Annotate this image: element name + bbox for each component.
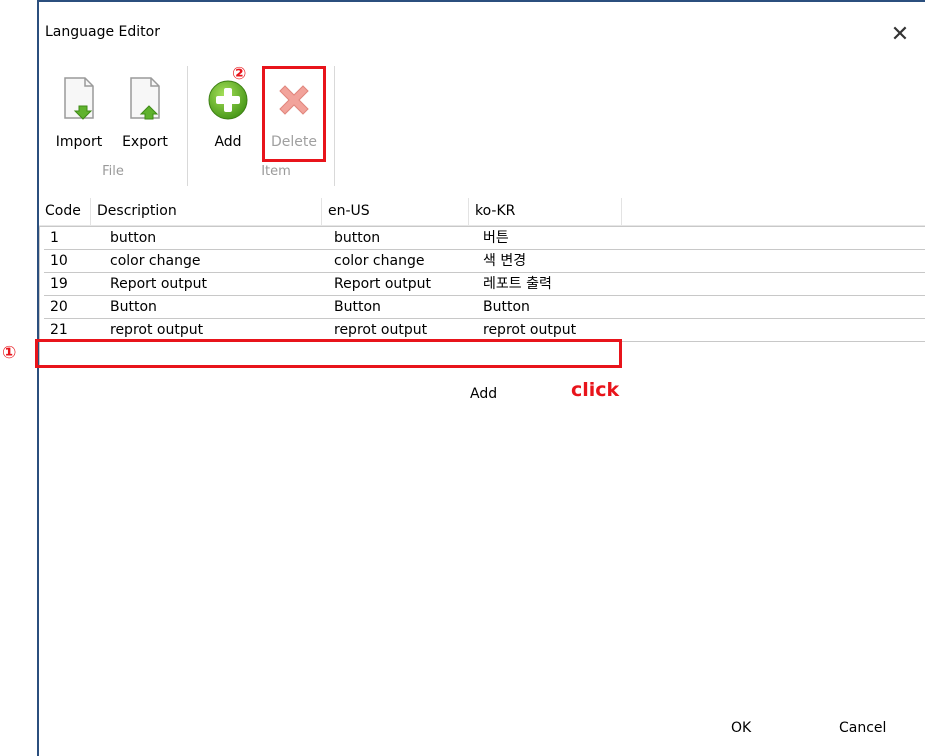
import-icon xyxy=(61,76,97,124)
cell-ko-kr: Button xyxy=(483,299,530,315)
cell-description: button xyxy=(110,230,157,246)
language-editor-window: Language Editor ✕ Import Export File Add… xyxy=(37,0,925,756)
cell-description: Report output xyxy=(110,276,208,292)
table-row[interactable]: 19 Report output Report output 레포트 출력 xyxy=(44,273,925,296)
cell-description: reprot output xyxy=(110,322,204,338)
cell-ko-kr: reprot output xyxy=(483,322,577,338)
column-header-description[interactable]: Description xyxy=(91,198,322,225)
table-row[interactable]: 10 color change color change 색 변경 xyxy=(44,250,925,273)
cell-ko-kr: 버튼 xyxy=(483,230,509,246)
ok-button[interactable]: OK xyxy=(731,720,751,736)
table-row[interactable]: 20 Button Button Button xyxy=(44,296,925,319)
annotation-row-highlight xyxy=(35,339,622,368)
ribbon-toolbar: Import Export File Add Delete Item xyxy=(39,60,925,186)
export-button[interactable]: Export xyxy=(117,60,173,160)
ribbon-separator xyxy=(334,66,335,186)
cell-en-us: Button xyxy=(334,299,381,315)
column-header-code[interactable]: Code xyxy=(39,198,91,225)
grid-header: Code Description en-US ko-KR xyxy=(39,198,925,226)
annotation-delete-highlight xyxy=(262,66,326,162)
cell-en-us: button xyxy=(334,230,381,246)
cell-code: 19 xyxy=(50,276,68,292)
column-header-en-us[interactable]: en-US xyxy=(322,198,469,225)
cell-code: 21 xyxy=(50,322,68,338)
cell-en-us: Report output xyxy=(334,276,432,292)
group-label-item: Item xyxy=(261,164,291,179)
cell-ko-kr: 레포트 출력 xyxy=(483,276,552,292)
cell-description: color change xyxy=(110,253,201,269)
annotation-marker-2: ② xyxy=(232,64,247,84)
cell-en-us: color change xyxy=(334,253,425,269)
ribbon-separator xyxy=(187,66,188,186)
import-label: Import xyxy=(55,134,103,150)
cell-code: 10 xyxy=(50,253,68,269)
close-icon[interactable]: ✕ xyxy=(885,20,915,50)
cell-code: 1 xyxy=(50,230,59,246)
annotation-click-label: click xyxy=(571,379,620,401)
title-bar: Language Editor ✕ xyxy=(39,2,925,47)
annotation-marker-1: ① xyxy=(2,343,17,363)
export-label: Export xyxy=(122,134,168,150)
cell-en-us: reprot output xyxy=(334,322,428,338)
export-icon xyxy=(127,76,163,124)
group-label-file: File xyxy=(102,164,124,179)
add-circle-icon xyxy=(206,78,250,126)
table-row[interactable]: 1 button button 버튼 xyxy=(44,227,925,250)
cell-description: Button xyxy=(110,299,157,315)
cell-ko-kr: 색 변경 xyxy=(483,253,527,269)
window-title: Language Editor xyxy=(45,24,160,40)
cell-code: 20 xyxy=(50,299,68,315)
column-header-ko-kr[interactable]: ko-KR xyxy=(469,198,622,225)
add-label: Add xyxy=(214,134,242,150)
import-button[interactable]: Import xyxy=(51,60,107,160)
cancel-button[interactable]: Cancel xyxy=(839,720,886,736)
add-row-link[interactable]: Add xyxy=(470,386,497,402)
